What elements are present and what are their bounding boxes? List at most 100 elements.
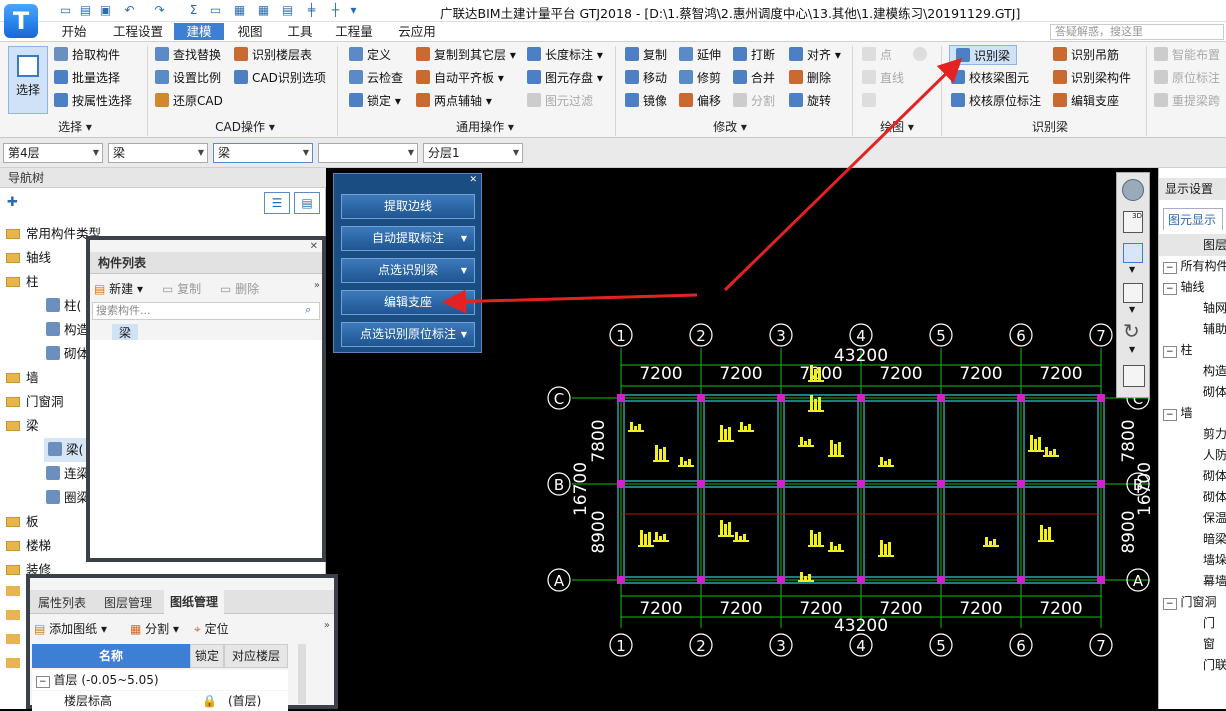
component-type-select[interactable]: 梁 ▼	[108, 143, 208, 163]
report-icon[interactable]: ▦	[232, 3, 247, 18]
identify-beam-component-button[interactable]: 识别梁构件	[1053, 68, 1131, 88]
tool-icon[interactable]: ┼	[328, 3, 343, 18]
expand-all-icon[interactable]: ✚	[7, 195, 18, 210]
save-element-button[interactable]: 图元存盘 ▾	[527, 68, 603, 88]
close-icon[interactable]: ✕	[310, 241, 318, 252]
sum-icon[interactable]: Σ	[186, 3, 201, 18]
view-top-icon[interactable]	[1123, 243, 1143, 263]
split-drawing-button[interactable]: ▦ 分割 ▾	[130, 620, 179, 637]
point-identify-beam-button[interactable]: 点选识别梁 ▼	[341, 258, 475, 283]
search-icon[interactable]: ⌕	[305, 303, 311, 317]
new-component-button[interactable]: ▤ 新建 ▾	[94, 280, 143, 297]
element-filter-button[interactable]: 图元过滤	[527, 91, 593, 111]
list-view-icon[interactable]: ☰	[264, 192, 290, 214]
break-button[interactable]: 打断	[733, 45, 775, 65]
set-scale-button[interactable]: 设置比例	[155, 68, 221, 88]
add-drawing-button[interactable]: ▤ 添加图纸 ▾	[34, 620, 107, 637]
chevron-down-icon[interactable]: ▼	[1129, 305, 1135, 314]
tab-drawings[interactable]: 图纸管理	[164, 590, 225, 614]
column-lock[interactable]: 锁定	[190, 644, 224, 668]
identify-beam-button[interactable]: 识别梁	[949, 45, 1018, 65]
delete-component-button[interactable]: ▭ 删除	[220, 280, 259, 297]
drawing-row[interactable]: 楼层标高 🔒 (首层)	[32, 691, 288, 711]
new-file-icon[interactable]: ▭	[58, 3, 73, 18]
layer-item[interactable]: 人防	[1159, 445, 1226, 466]
select-button[interactable]: 选择	[8, 46, 48, 114]
line-button[interactable]: 直线	[862, 68, 904, 88]
point-button[interactable]: 点	[862, 45, 892, 65]
screen-icon[interactable]: ▭	[208, 3, 223, 18]
lock-icon[interactable]: 🔒	[202, 691, 217, 711]
edit-support-button[interactable]: 编辑支座	[1053, 91, 1119, 111]
auto-extract-labels-button[interactable]: 自动提取标注 ▼	[341, 226, 475, 251]
check-in-situ-label-button[interactable]: 校核原位标注	[951, 91, 1041, 111]
length-dimension-button[interactable]: 长度标注 ▾	[527, 45, 603, 65]
tree-item-column[interactable]: 柱	[6, 270, 39, 294]
orbit-icon[interactable]	[1122, 179, 1144, 201]
copy-to-floor-button[interactable]: 复制到其它层 ▾	[416, 45, 516, 65]
column-floor[interactable]: 对应楼层	[224, 644, 288, 668]
tree-item-stairs[interactable]: 楼梯	[6, 534, 51, 558]
open-folder-icon[interactable]: ▤	[78, 3, 93, 18]
ruler-icon[interactable]: ╪	[304, 3, 319, 18]
layer-item[interactable]: − 轴线	[1159, 277, 1226, 298]
layer-item[interactable]: 暗梁	[1159, 529, 1226, 550]
extract-edges-button[interactable]: 提取边线	[341, 194, 475, 219]
tree-item-openings[interactable]: 门窗洞	[6, 390, 64, 414]
grid-icon[interactable]: ▦	[256, 3, 271, 18]
tab-element-display[interactable]: 图元显示	[1163, 208, 1223, 230]
pick-component-button[interactable]: 拾取构件	[54, 45, 120, 65]
menu-quantity[interactable]: 工程量	[330, 23, 378, 40]
layer-item[interactable]: 砌体	[1159, 466, 1226, 487]
restore-cad-button[interactable]: 还原CAD	[155, 91, 223, 111]
point-identify-in-situ-button[interactable]: 点选识别原位标注 ▼	[341, 322, 475, 347]
auto-align-slab-button[interactable]: 自动平齐板 ▾	[416, 68, 504, 88]
layer-item[interactable]: − 墙	[1159, 403, 1226, 424]
close-icon[interactable]: ✕	[469, 175, 477, 185]
layer-item[interactable]: 窗	[1159, 634, 1226, 655]
offset-button[interactable]: 偏移	[679, 91, 721, 111]
layer-item[interactable]: 砌体	[1159, 487, 1226, 508]
tree-item-slab[interactable]: 板	[6, 510, 39, 534]
layer-select[interactable]: 分层1 ▼	[423, 143, 523, 163]
tree-item-masonry[interactable]: 砌体	[46, 342, 89, 366]
select-by-property-button[interactable]: 按属性选择	[54, 91, 132, 111]
chevron-down-icon[interactable]: ▼	[1129, 345, 1135, 354]
tree-item-beam-sub[interactable]: 梁(	[44, 438, 88, 462]
copy-component-button[interactable]: ▭ 复制	[162, 280, 201, 297]
locate-drawing-button[interactable]: ⌖ 定位	[194, 620, 229, 637]
rotate-button[interactable]: 旋转	[789, 91, 831, 111]
tab-layers[interactable]: 图层管理	[104, 594, 152, 611]
define-button[interactable]: 定义	[349, 45, 391, 65]
align-button[interactable]: 对齐 ▾	[789, 45, 841, 65]
layer-item[interactable]: 砌体	[1159, 382, 1226, 403]
layer-item[interactable]: 门联	[1159, 655, 1226, 676]
tree-item-ring-beam[interactable]: 圈梁	[46, 486, 89, 510]
identify-floor-table-button[interactable]: 识别楼层表	[234, 45, 312, 65]
layer-item[interactable]: 轴网	[1159, 298, 1226, 319]
arc-button[interactable]	[862, 91, 880, 111]
scrollbar[interactable]	[298, 644, 306, 704]
drawing-canvas[interactable]: 1 1 2 2 3 3 4 4 5 5 6 6 7 7 C C B B A A 7200 7200 7200 7200 7200…	[482, 168, 1158, 709]
more-icon[interactable]: »	[324, 620, 330, 631]
chevron-down-icon[interactable]: ▼	[1129, 265, 1135, 274]
lock-button[interactable]: 锁定 ▾	[349, 91, 401, 111]
save-icon[interactable]: ▣	[98, 3, 113, 18]
layer-item[interactable]: 门	[1159, 613, 1226, 634]
help-search-input[interactable]: 答疑解惑，搜这里	[1050, 24, 1224, 40]
undo-icon[interactable]: ↶	[122, 3, 137, 18]
tab-properties[interactable]: 属性列表	[38, 594, 86, 611]
column-name[interactable]: 名称	[32, 644, 190, 668]
drawing-group-row[interactable]: − 首层 (-0.05~5.05)	[32, 670, 288, 690]
view-3d-icon[interactable]: 3D	[1123, 211, 1143, 233]
menu-tools[interactable]: 工具	[282, 23, 318, 40]
component-name-select[interactable]: ▼	[318, 143, 418, 163]
cloud-check-button[interactable]: 云检查	[349, 68, 403, 88]
tree-item-wall[interactable]: 墙	[6, 366, 39, 390]
tree-item-column-sub[interactable]: 柱(	[46, 294, 81, 318]
move-button[interactable]: 移动	[625, 68, 667, 88]
smart-layout-button[interactable]: 智能布置	[1154, 45, 1220, 65]
floor-select[interactable]: 第4层 ▼	[3, 143, 103, 163]
fit-view-icon[interactable]	[1123, 365, 1145, 387]
check-beam-element-button[interactable]: 校核梁图元	[951, 68, 1029, 88]
